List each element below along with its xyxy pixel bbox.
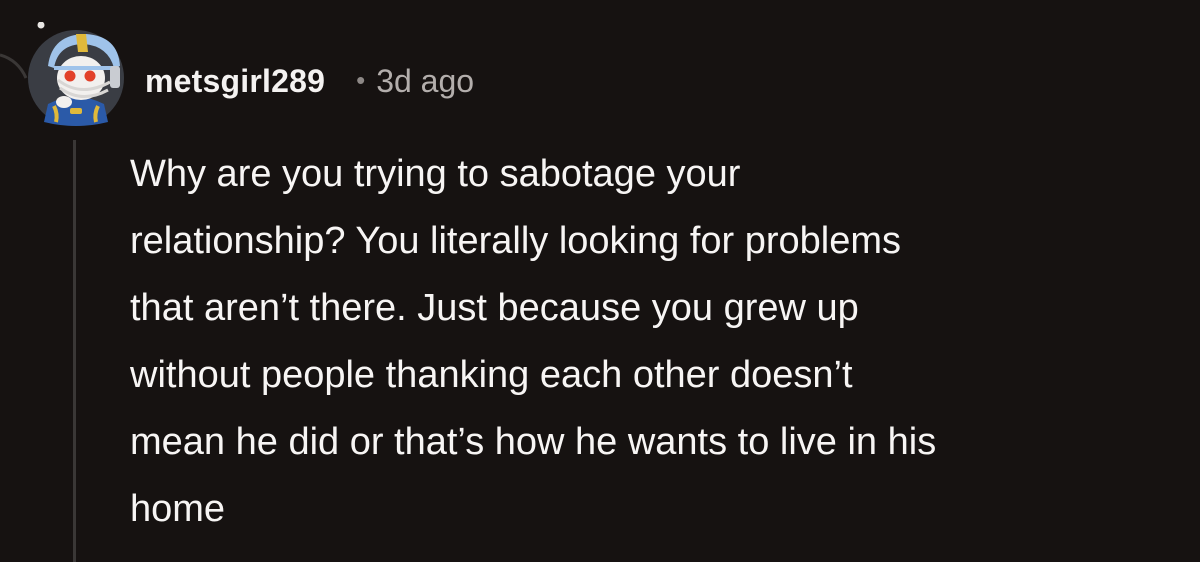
comment-line: without people thanking each other doesn… xyxy=(130,354,853,396)
comment: metsgirl289 • 3d ago Why are you trying … xyxy=(0,0,1200,562)
comment-line: relationship? You literally looking for … xyxy=(130,220,902,262)
username-link[interactable]: metsgirl289 xyxy=(145,63,325,100)
separator-dot: • xyxy=(356,64,366,95)
avatar[interactable] xyxy=(26,22,126,128)
comment-line: that aren’t there. Just because you grew… xyxy=(130,287,859,329)
comment-line: mean he did or that’s how he wants to li… xyxy=(130,421,937,463)
timestamp[interactable]: 3d ago xyxy=(376,63,474,100)
comment-line: Why are you trying to sabotage your xyxy=(130,153,741,195)
comment-header: metsgirl289 • 3d ago xyxy=(145,54,474,108)
helmeted-snoo-avatar-icon xyxy=(28,22,124,126)
collapse-thread-line[interactable] xyxy=(73,140,76,562)
comment-body: Why are you trying to sabotage your rela… xyxy=(130,141,1190,543)
comment-line: home xyxy=(130,488,226,530)
